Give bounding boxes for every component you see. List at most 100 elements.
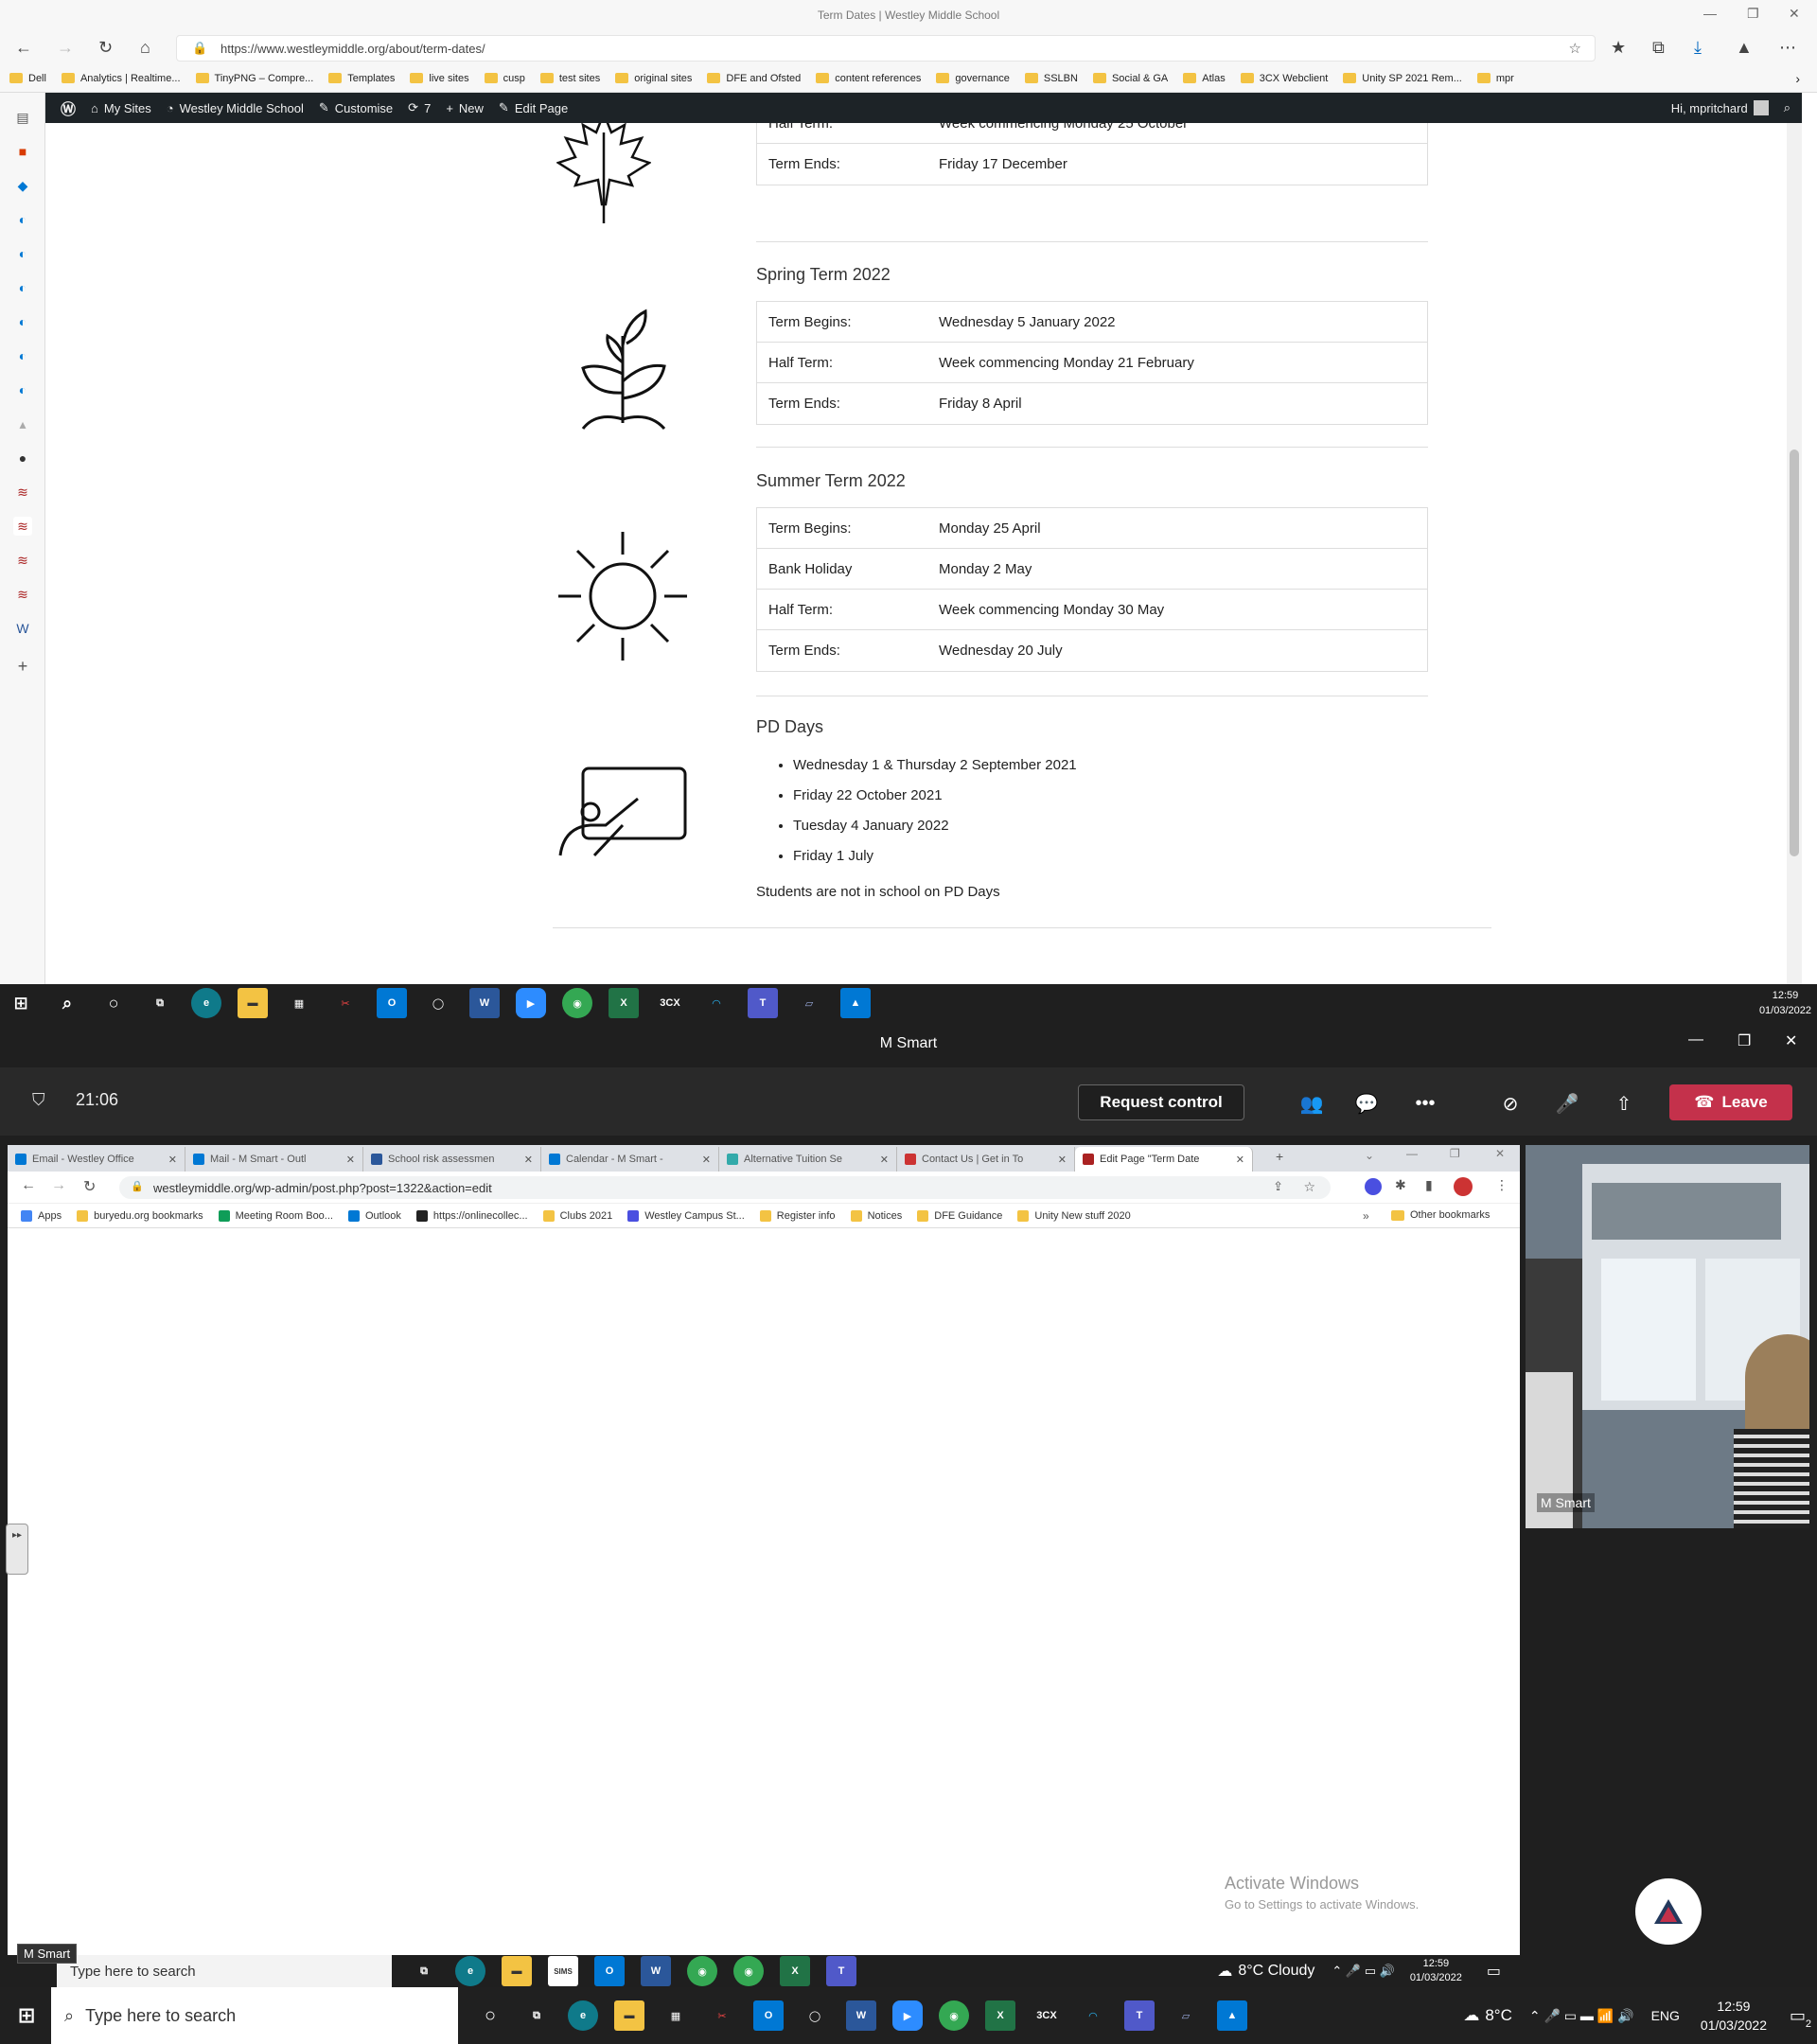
participants-icon[interactable]: 👥 — [1298, 1090, 1325, 1117]
windows-start-icon[interactable]: ⊞ — [6, 988, 36, 1018]
site-icon[interactable]: ◐ — [13, 278, 32, 297]
tab-close-icon[interactable]: ✕ — [524, 1154, 533, 1166]
triangle-icon[interactable]: ▴ — [13, 414, 32, 433]
minimize-icon[interactable]: — — [1406, 1147, 1418, 1160]
menu-icon[interactable]: ⋮ — [1495, 1177, 1508, 1193]
chrome-profile-icon[interactable]: ◉ — [733, 1956, 764, 1986]
chrome-tab[interactable]: Contact Us | Get in To ✕ — [897, 1147, 1075, 1172]
site-icon[interactable]: ◐ — [13, 312, 32, 331]
customise-link[interactable]: ✎ Customise — [319, 100, 393, 115]
teams-icon[interactable]: T — [826, 1956, 856, 1986]
close-icon[interactable]: ✕ — [1495, 1147, 1505, 1160]
teams-icon[interactable]: T — [748, 988, 778, 1018]
bookmark-item[interactable]: TinyPNG – Compre... — [195, 73, 313, 84]
task-view-icon[interactable]: ⧉ — [521, 2000, 552, 2031]
language-indicator[interactable]: ENG — [1651, 2008, 1680, 2023]
site-icon[interactable]: ◐ — [13, 346, 32, 365]
3cx-icon[interactable]: 3CX — [655, 988, 685, 1018]
more-bookmarks[interactable]: » — [1363, 1209, 1369, 1223]
remote-panel-handle[interactable]: ▸▸ — [6, 1524, 28, 1575]
chrome-tab[interactable]: School risk assessmen ✕ — [363, 1147, 541, 1172]
bookmark-item[interactable]: live sites — [410, 73, 469, 84]
extension-icon[interactable]: ▲ — [1736, 38, 1753, 58]
share-icon[interactable]: ⇪ — [1273, 1179, 1283, 1194]
task-view-icon[interactable]: ⧉ — [145, 988, 175, 1018]
scrollbar-thumb[interactable] — [1790, 449, 1799, 856]
edge-icon[interactable]: e — [568, 2000, 598, 2031]
minimize-icon[interactable]: — — [1688, 1031, 1703, 1048]
weather-widget[interactable]: ☁ 8°C Cloudy — [1217, 1962, 1314, 1981]
cortana-icon[interactable]: ○ — [475, 2000, 505, 2031]
photos-icon[interactable]: ▲ — [840, 988, 871, 1018]
bookmark-item[interactable]: Unity SP 2021 Rem... — [1343, 73, 1462, 84]
chat-icon[interactable]: 💬 — [1353, 1090, 1380, 1117]
chrome-tab[interactable]: Calendar - M Smart - ✕ — [541, 1147, 719, 1172]
profile-icon[interactable] — [1454, 1177, 1473, 1196]
bookmark-item[interactable]: DFE and Ofsted — [707, 73, 801, 84]
bookmark-item[interactable]: Westley Campus St... — [627, 1209, 745, 1222]
refresh-icon[interactable]: ↻ — [98, 38, 113, 58]
word-icon[interactable]: W — [469, 988, 500, 1018]
bookmark-item[interactable]: Analytics | Realtime... — [61, 73, 181, 84]
downloads-icon[interactable]: ⤓ — [1694, 38, 1702, 58]
bookmark-item[interactable]: Social & GA — [1092, 73, 1168, 84]
excel-icon[interactable]: X — [780, 1956, 810, 1986]
bookmark-item[interactable]: 3CX Webclient — [1240, 73, 1328, 84]
windows-start-icon[interactable]: ⊞ — [11, 2000, 42, 2031]
restore-icon[interactable]: ❐ — [1450, 1147, 1460, 1160]
edit-page-link[interactable]: ✎ Edit Page — [499, 100, 568, 115]
office-icon[interactable]: ■ — [13, 142, 32, 161]
excel-icon[interactable]: X — [985, 2000, 1015, 2031]
chrome-tab[interactable]: Email - Westley Office ✕ — [8, 1147, 185, 1172]
back-icon[interactable]: ← — [21, 1177, 36, 1194]
file-explorer-icon[interactable]: ▬ — [502, 1956, 532, 1986]
microphone-icon[interactable]: 🎤 — [1554, 1090, 1580, 1117]
chevron-right-icon[interactable]: › — [1795, 71, 1800, 86]
panda-icon[interactable]: ● — [13, 449, 32, 467]
bookmark-item[interactable]: Clubs 2021 — [542, 1209, 612, 1222]
dell-icon[interactable]: ◯ — [423, 988, 453, 1018]
edge-icon[interactable]: e — [191, 988, 221, 1018]
back-icon[interactable]: ← — [15, 38, 32, 58]
chrome-address-bar[interactable]: 🔒 westleymiddle.org/wp-admin/post.php?po… — [119, 1176, 1331, 1199]
bookmark-item[interactable]: content references — [816, 73, 921, 84]
chrome-icon[interactable]: ◉ — [562, 988, 592, 1018]
photos-icon[interactable]: ▲ — [1217, 2000, 1247, 2031]
tray-icons[interactable]: ⌃ 🎤 ▭ ▬ 📶 🔊 — [1529, 2008, 1634, 2024]
dell-icon[interactable]: ◯ — [800, 2000, 830, 2031]
word-icon[interactable]: W — [846, 2000, 876, 2031]
edge-icon[interactable]: e — [455, 1956, 485, 1986]
restore-icon[interactable]: ❐ — [1738, 1031, 1751, 1050]
chrome-icon[interactable]: ◉ — [939, 2000, 969, 2031]
wifi-icon[interactable]: ◠ — [701, 988, 732, 1018]
3cx-icon[interactable]: 3CX — [1032, 2000, 1062, 2031]
tab-search-icon[interactable]: ⌄ — [1365, 1149, 1374, 1162]
bookmark-item[interactable]: Dell — [9, 73, 46, 84]
site-icon[interactable]: ◐ — [13, 210, 32, 229]
wordpress-logo-icon[interactable]: Ⓦ — [61, 97, 76, 119]
store-icon[interactable]: ▦ — [284, 988, 314, 1018]
word-icon[interactable]: W — [13, 619, 32, 638]
bookmark-item[interactable]: mpr — [1476, 73, 1514, 84]
notes-icon[interactable]: ▱ — [1171, 2000, 1201, 2031]
refresh-icon[interactable]: ↻ — [83, 1177, 96, 1196]
home-icon[interactable]: ⌂ — [140, 38, 150, 58]
side-panel-icon[interactable]: ▮ — [1425, 1177, 1433, 1193]
wifi-icon[interactable]: ◠ — [1078, 2000, 1108, 2031]
notes-icon[interactable]: ▱ — [794, 988, 824, 1018]
tab-close-icon[interactable]: ✕ — [702, 1154, 711, 1166]
bookmark-item[interactable]: test sites — [539, 73, 600, 84]
tab-close-icon[interactable]: ✕ — [1058, 1154, 1067, 1166]
account-link[interactable]: Hi, mpritchard — [1671, 100, 1769, 115]
remote-search-box[interactable]: Type here to search — [57, 1955, 392, 1987]
bookmark-item[interactable]: Templates — [328, 73, 395, 84]
outlook-icon[interactable]: O — [594, 1956, 625, 1986]
site-name-link[interactable]: ◔ Westley Middle School — [167, 101, 304, 115]
school-logo-icon[interactable]: ≋ — [13, 517, 32, 536]
bookmark-item[interactable]: original sites — [615, 73, 692, 84]
teams-icon[interactable]: T — [1124, 2000, 1155, 2031]
restore-icon[interactable]: ❐ — [1747, 6, 1759, 22]
teams-avatar[interactable] — [1635, 1878, 1702, 1945]
school-logo-icon[interactable]: ≋ — [13, 551, 32, 570]
search-icon[interactable]: ⌕ — [52, 988, 82, 1018]
